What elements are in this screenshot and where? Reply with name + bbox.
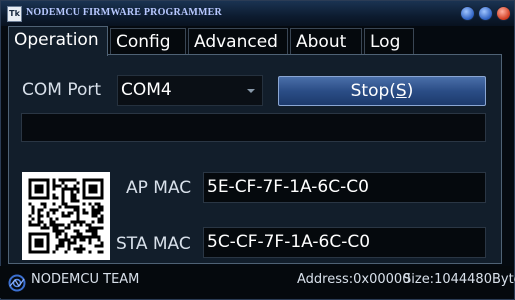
app-icon: Tk [7,6,22,22]
progress-bar [21,113,486,142]
team-name: NODEMCU TEAM [31,272,140,287]
maximize-button[interactable] [478,6,493,21]
tab-advanced[interactable]: Advanced [188,28,288,54]
com-port-value: COM4 [121,80,172,100]
minimize-button[interactable] [460,6,475,21]
qr-code-icon [22,172,110,260]
tab-about[interactable]: About [290,28,362,54]
ap-mac-field[interactable]: 5E-CF-7F-1A-6C-C0 [203,172,486,203]
tab-log[interactable]: Log [364,28,414,54]
com-port-label: COM Port [22,80,102,100]
com-port-select[interactable]: COM4 [117,75,263,106]
sta-mac-field[interactable]: 5C-CF-7F-1A-6C-C0 [203,227,486,258]
window-title: NODEMCU FIRMWARE PROGRAMMER [26,7,222,18]
stop-button[interactable]: Stop(S) [278,76,486,106]
title-bar[interactable]: Tk NODEMCU FIRMWARE PROGRAMMER [1,1,514,26]
close-button[interactable] [496,6,511,21]
stop-button-label: Stop(S) [350,81,414,101]
tab-operation[interactable]: Operation [8,26,108,56]
chevron-down-icon [247,89,255,93]
team-logo-icon [8,274,26,292]
address-status: Address:0x00000 [297,272,411,287]
size-status: Size:1044480Byte [403,272,515,287]
tab-config[interactable]: Config [110,28,186,54]
ap-mac-label: AP MAC [126,178,192,198]
sta-mac-label: STA MAC [116,234,191,254]
